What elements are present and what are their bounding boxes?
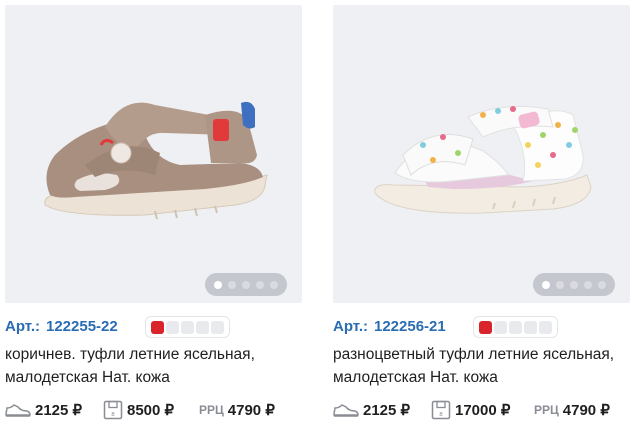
description-line: малодетская Нат. кожа	[5, 369, 170, 386]
product-photo[interactable]	[333, 5, 630, 303]
color-swatches	[145, 316, 230, 338]
color-swatch[interactable]	[494, 320, 507, 334]
svg-text:8: 8	[111, 412, 115, 418]
color-swatch[interactable]	[479, 320, 492, 334]
gallery-dot[interactable]	[598, 280, 606, 289]
unit-price-value: 2125 ₽	[35, 402, 83, 419]
gallery-dot[interactable]	[542, 280, 550, 289]
color-swatch[interactable]	[181, 320, 194, 334]
color-swatch[interactable]	[166, 320, 179, 334]
article-row: Арт.: 122255-22	[5, 313, 303, 339]
product-card[interactable]: Арт.: 122255-22 коричнев. туфли летние яс…	[5, 0, 303, 428]
sandal-photo-icon	[374, 105, 592, 214]
gallery-dot[interactable]	[584, 280, 592, 289]
product-description: разноцветный туфли летние ясельная, мало…	[333, 343, 631, 389]
gallery-dot[interactable]	[256, 280, 264, 289]
article-value: 122255-22	[46, 317, 118, 335]
color-swatch[interactable]	[151, 320, 164, 334]
unit-price: 2125 ₽	[333, 398, 410, 422]
box-price: 8 8500 ₽	[103, 398, 174, 422]
unit-price-value: 2125 ₽	[363, 402, 411, 419]
rrc-label: РРЦ	[534, 403, 559, 417]
gallery-dots[interactable]	[533, 273, 615, 296]
rrc-label: РРЦ	[199, 403, 224, 417]
svg-text:8: 8	[439, 412, 443, 418]
description-line: коричнев. туфли летние ясельная,	[5, 346, 255, 363]
box-price-value: 8500 ₽	[127, 402, 175, 419]
article-row: Арт.: 122256-21	[333, 313, 631, 339]
description-line: разноцветный туфли летние ясельная,	[333, 346, 615, 363]
product-card[interactable]: Арт.: 122256-21 разноцветный туфли летние…	[333, 0, 631, 428]
gallery-dot[interactable]	[270, 280, 278, 289]
gallery-dot[interactable]	[214, 280, 222, 289]
article-label: Арт.:	[5, 317, 40, 335]
box-price: 8 17000 ₽	[431, 398, 510, 422]
color-swatch[interactable]	[196, 320, 209, 334]
color-swatch[interactable]	[539, 320, 552, 334]
unit-price: 2125 ₽	[5, 398, 82, 422]
gallery-dot[interactable]	[228, 280, 236, 289]
rrc-price-value: 4790 ₽	[562, 402, 610, 419]
box-price-value: 17000 ₽	[455, 402, 511, 419]
price-row: 2125 ₽ 8 8500 ₽ РРЦ 4790 ₽	[5, 398, 303, 422]
product-photo[interactable]	[5, 5, 302, 303]
article-number[interactable]: Арт.: 122256-21	[333, 318, 446, 335]
rrc-price: РРЦ 4790 ₽	[534, 398, 610, 422]
price-row: 2125 ₽ 8 17000 ₽ РРЦ 4790 ₽	[333, 398, 631, 422]
gallery-dot[interactable]	[570, 280, 578, 289]
article-number[interactable]: Арт.: 122255-22	[5, 318, 118, 335]
shoe-icon	[333, 404, 359, 417]
sandal-photo-icon	[44, 101, 268, 220]
color-swatch[interactable]	[524, 320, 537, 334]
rrc-price-value: 4790 ₽	[227, 402, 275, 419]
color-swatches	[473, 316, 558, 338]
color-swatch[interactable]	[211, 320, 224, 334]
gallery-dot[interactable]	[556, 280, 564, 289]
gallery-dots[interactable]	[205, 273, 287, 296]
box-icon: 8	[103, 400, 123, 420]
description-line: малодетская Нат. кожа	[333, 369, 498, 386]
product-description: коричнев. туфли летние ясельная, малодет…	[5, 343, 303, 389]
shoe-icon	[5, 404, 31, 417]
article-label: Арт.:	[333, 317, 368, 335]
rrc-price: РРЦ 4790 ₽	[199, 398, 275, 422]
box-icon: 8	[431, 400, 451, 420]
color-swatch[interactable]	[509, 320, 522, 334]
gallery-dot[interactable]	[242, 280, 250, 289]
article-value: 122256-21	[374, 317, 446, 335]
